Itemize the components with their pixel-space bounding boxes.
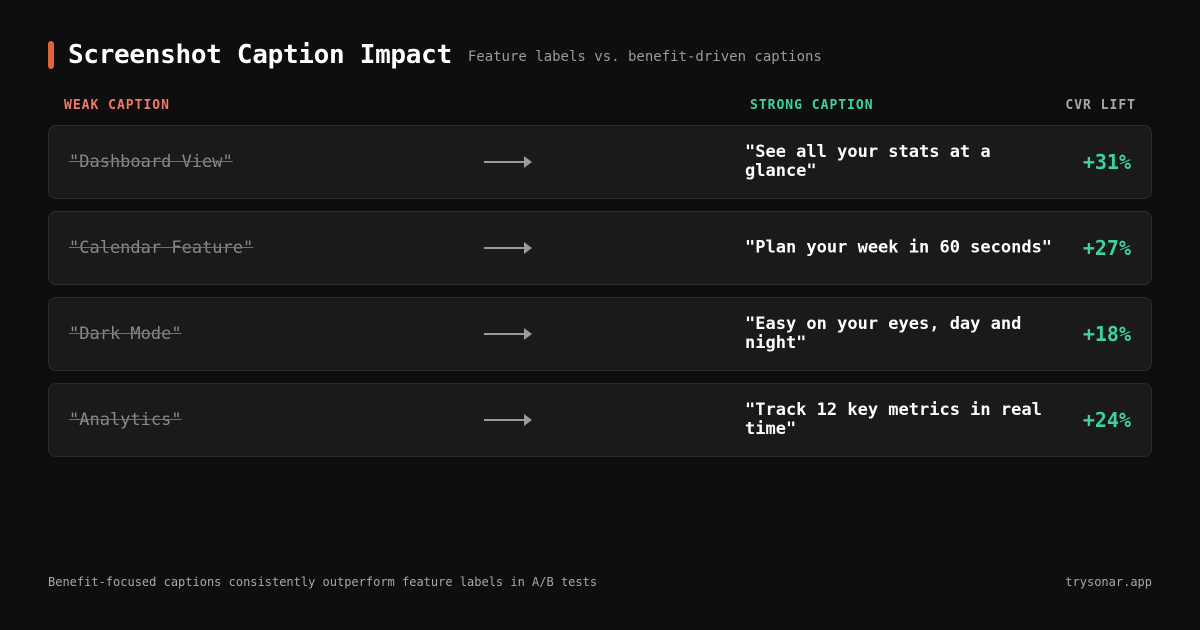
column-header-lift: CVR LIFT [1065, 98, 1136, 113]
arrow-right-icon [484, 156, 532, 168]
cvr-lift-value: +27% [1082, 236, 1131, 260]
weak-caption: "Dashboard View" [69, 152, 233, 172]
strong-caption: "Plan your week in 60 seconds" [745, 237, 1053, 258]
cvr-lift-value: +24% [1082, 408, 1131, 432]
arrow-right-icon [484, 328, 532, 340]
header: Screenshot Caption Impact Feature labels… [48, 38, 822, 72]
arrow-right-icon [484, 414, 532, 426]
footer-brand: trysonar.app [1065, 575, 1152, 589]
cvr-lift-value: +18% [1082, 322, 1131, 346]
cvr-lift-value: +31% [1082, 150, 1131, 174]
column-header-strong: STRONG CAPTION [750, 98, 874, 113]
strong-caption: "Easy on your eyes, day and night" [745, 314, 1022, 353]
accent-bar [48, 41, 54, 69]
weak-caption: "Calendar Feature" [69, 238, 254, 258]
strong-caption: "Track 12 key metrics in real time" [745, 400, 1042, 439]
arrow-right-icon [484, 242, 532, 254]
column-header-weak: WEAK CAPTION [64, 98, 170, 113]
weak-caption: "Dark Mode" [69, 324, 182, 344]
weak-caption: "Analytics" [69, 410, 182, 430]
strong-caption: "See all your stats at a glance" [745, 142, 991, 181]
comparison-row: "Calendar Feature" "Plan your week in 60… [48, 211, 1152, 285]
page-title: Screenshot Caption Impact [68, 40, 452, 70]
caption-comparison-list: "Dashboard View" "See all your stats at … [48, 125, 1152, 469]
footer-note: Benefit-focused captions consistently ou… [48, 575, 598, 589]
comparison-row: "Dark Mode" "Easy on your eyes, day and … [48, 297, 1152, 371]
comparison-row: "Dashboard View" "See all your stats at … [48, 125, 1152, 199]
comparison-row: "Analytics" "Track 12 key metrics in rea… [48, 383, 1152, 457]
page-subtitle: Feature labels vs. benefit-driven captio… [467, 48, 822, 65]
